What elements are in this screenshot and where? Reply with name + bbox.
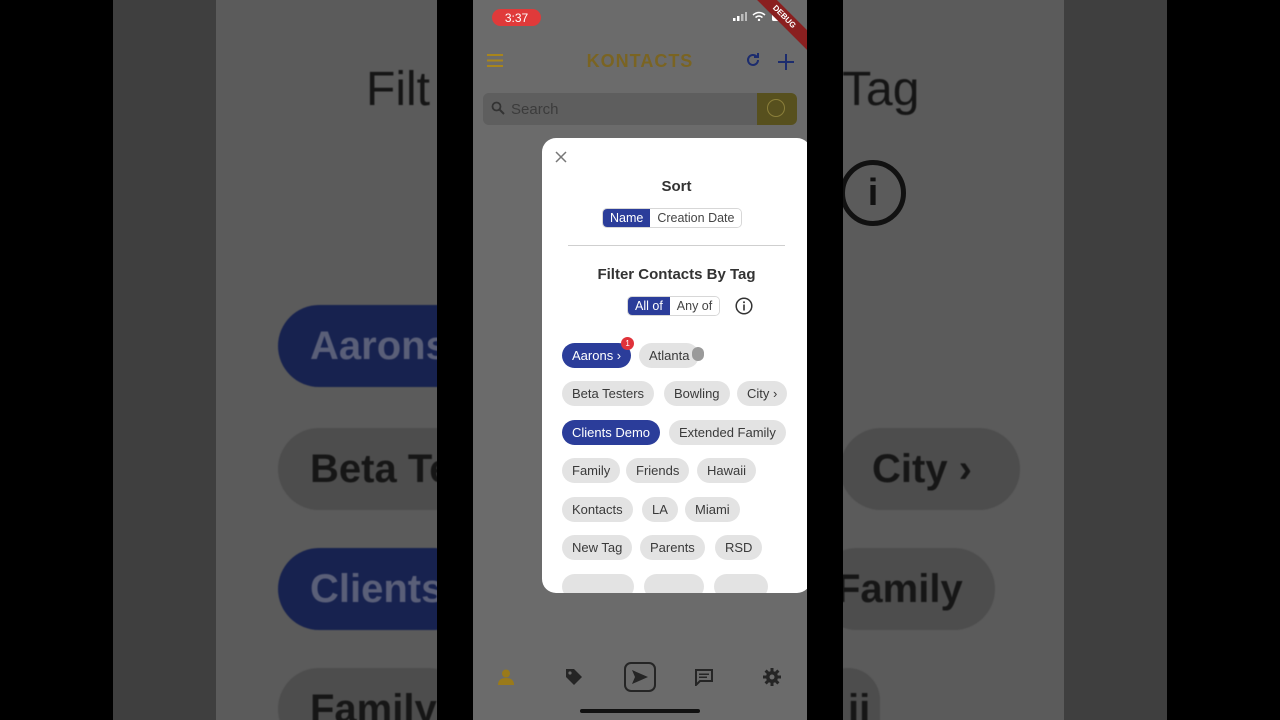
bg-chip: City › [840,428,1020,510]
add-icon[interactable] [777,47,795,78]
home-indicator [580,709,700,713]
signal-icon [733,11,747,24]
tag-chip-rsd[interactable]: RSD [715,535,763,560]
nav-messages-icon[interactable] [691,664,717,690]
tag-chip-clients-demo[interactable]: Clients Demo [562,420,661,445]
touch-indicator [692,347,704,361]
tag-chips: Aarons › 1 Atlanta Beta Testers Bowling … [542,138,807,593]
nav-tags-icon[interactable] [561,664,587,690]
filter-icon [767,99,785,117]
tag-chip-partial[interactable] [562,574,634,593]
tag-count-badge: 1 [621,337,635,350]
tag-chip-kontacts[interactable]: Kontacts [562,497,633,522]
tag-chip-miami[interactable]: Miami [685,497,740,522]
app-screen: 3:37 DEBUG KONTACTS Search Sort Name Cre… [473,0,807,720]
bg-title-right: Tag [842,63,920,116]
tag-chip-city[interactable]: City › [737,381,788,406]
tag-chip-la[interactable]: LA [642,497,678,522]
tag-chip-family[interactable]: Family [562,458,621,483]
tag-chip-beta-testers[interactable]: Beta Testers [562,381,655,406]
tag-chip-atlanta[interactable]: Atlanta [639,343,700,368]
tag-chip-parents[interactable]: Parents [640,535,705,560]
wifi-icon [752,11,766,24]
tag-chip-bowling[interactable]: Bowling [664,381,730,406]
tag-chip-hawaii[interactable]: Hawaii [697,458,757,483]
tag-chip-new-tag[interactable]: New Tag [562,535,633,560]
bg-title-left: Filt [366,63,430,116]
search-bar [483,93,757,125]
tag-chip-partial[interactable] [714,574,768,593]
nav-settings-icon[interactable] [759,664,785,690]
tag-chip-partial[interactable] [644,574,704,593]
search-icon [491,101,505,120]
tag-chip-label: Atlanta [649,348,690,363]
search-input[interactable] [511,93,741,125]
bg-info-icon: i [840,160,906,226]
filter-button[interactable] [757,93,797,125]
tag-chip-label: Aarons › [572,348,622,363]
tag-chip-friends[interactable]: Friends [626,458,690,483]
tag-chip-aarons[interactable]: Aarons › 1 [562,337,635,368]
app-bar: KONTACTS [473,44,807,78]
nav-send-icon[interactable] [624,662,656,692]
nav-contacts-icon[interactable] [493,664,519,690]
bottom-nav [473,654,807,700]
phone-frame: 3:37 DEBUG KONTACTS Search Sort Name Cre… [437,0,843,720]
sort-filter-dialog: Sort Name Creation Date Filter Contacts … [542,138,807,593]
tag-chip-extended-family[interactable]: Extended Family [669,420,786,445]
refresh-icon[interactable] [745,52,761,73]
status-time: 3:37 [492,9,541,26]
status-bar: 3:37 DEBUG [473,0,807,54]
